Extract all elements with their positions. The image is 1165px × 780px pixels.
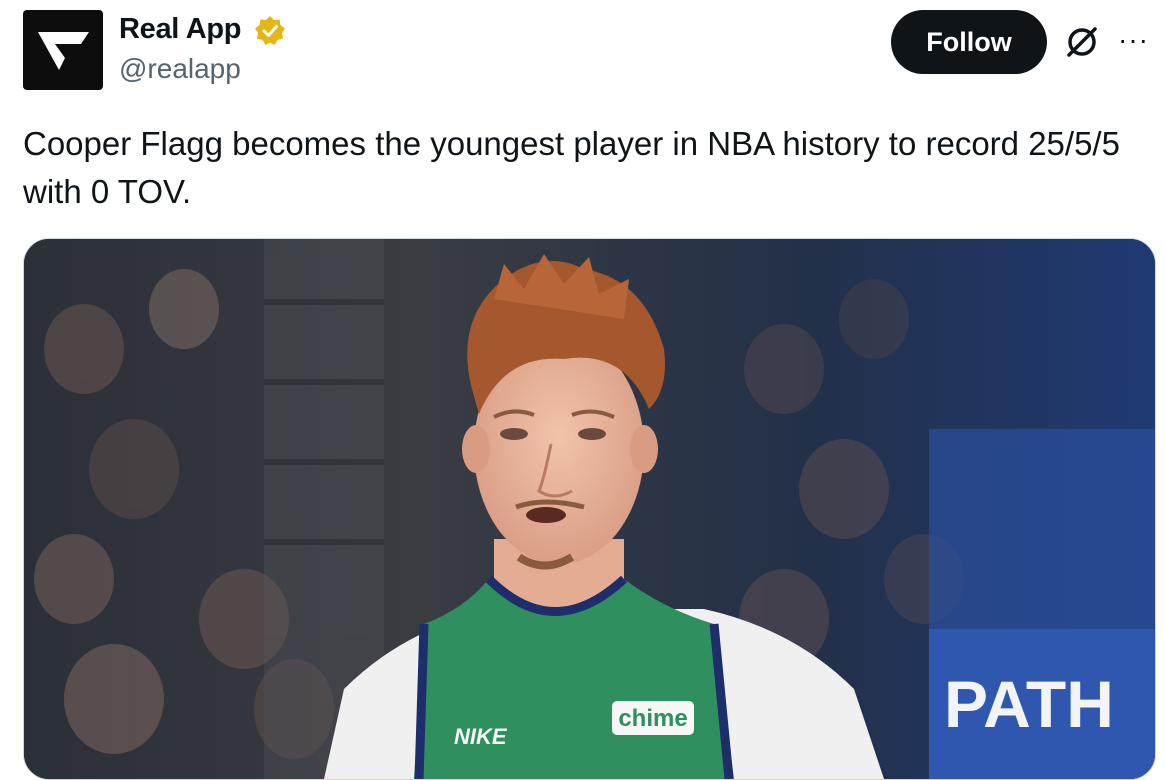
jersey-sponsor-text: chime — [618, 705, 687, 732]
arena-sign-text: PATH — [944, 667, 1114, 741]
player-photo: PATH chime NIKE — [24, 239, 1155, 779]
real-app-logo-icon — [38, 32, 89, 70]
verified-badge-icon — [255, 16, 285, 45]
avatar[interactable] — [23, 10, 103, 90]
author-handle[interactable]: @realapp — [119, 53, 241, 85]
tweet-text: Cooper Flagg becomes the youngest player… — [23, 125, 1120, 210]
follow-button[interactable]: Follow — [891, 10, 1047, 74]
jersey-brand-text: NIKE — [454, 724, 508, 749]
more-icon[interactable]: ··· — [1118, 26, 1149, 54]
grok-icon[interactable] — [1062, 22, 1102, 62]
author-name[interactable]: Real App — [119, 13, 242, 46]
tweet-media-image[interactable]: PATH chime NIKE — [23, 238, 1156, 780]
